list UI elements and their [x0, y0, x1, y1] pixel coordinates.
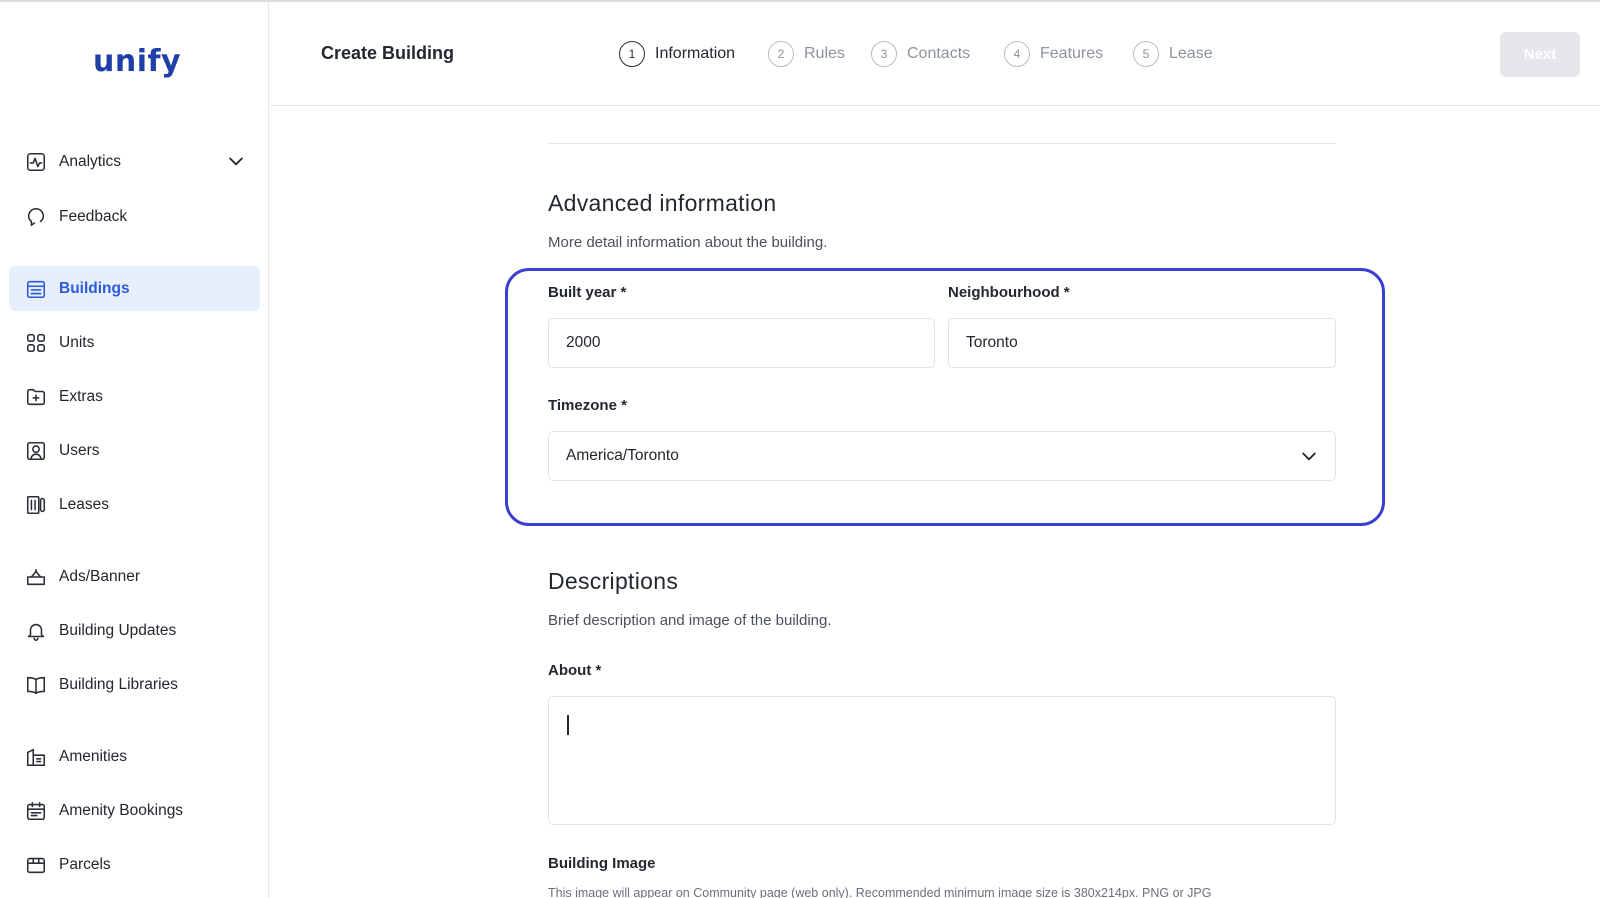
timezone-select[interactable]: America/Toronto [548, 431, 1336, 481]
sidebar-item-users[interactable]: Users [9, 428, 260, 473]
step-features[interactable]: 4 Features [1004, 41, 1103, 67]
sidebar-item-label: Building Updates [59, 621, 177, 639]
leases-icon [25, 494, 47, 516]
building-image-label: Building Image [548, 855, 656, 872]
calendar-icon [25, 800, 47, 822]
neighbourhood-input[interactable]: Toronto [948, 318, 1336, 368]
step-information[interactable]: 1 Information [619, 41, 735, 67]
sidebar-item-leases[interactable]: Leases [9, 482, 260, 527]
timezone-label: Timezone * [548, 397, 627, 414]
next-button[interactable]: Next [1500, 32, 1580, 77]
sidebar-item-label: Users [59, 441, 100, 459]
highlight-box [505, 268, 1385, 526]
step-label: Lease [1169, 45, 1213, 62]
sidebar-item-label: Amenities [59, 747, 128, 765]
extras-folder-icon [25, 386, 47, 408]
about-textarea[interactable] [548, 696, 1336, 825]
sidebar-item-label: Leases [59, 495, 109, 513]
sidebar-item-building-updates[interactable]: Building Updates [9, 608, 260, 653]
descriptions-subtitle: Brief description and image of the build… [548, 612, 832, 629]
about-label: About * [548, 662, 602, 679]
step-number: 1 [619, 41, 645, 67]
advanced-info-title: Advanced information [548, 190, 777, 216]
chevron-down-icon[interactable] [226, 151, 246, 171]
step-rules[interactable]: 2 Rules [768, 41, 845, 67]
sidebar-item-label: Ads/Banner [59, 567, 140, 585]
advanced-info-subtitle: More detail information about the buildi… [548, 234, 828, 251]
sidebar-item-label: Units [59, 333, 95, 351]
step-label: Features [1040, 45, 1104, 62]
timezone-value: America/Toronto [566, 447, 679, 464]
analytics-icon [25, 151, 47, 173]
built-year-input[interactable]: 2000 [548, 318, 935, 368]
users-icon [25, 440, 47, 462]
ads-banner-icon [25, 566, 47, 588]
top-header: Create Building 1 Information 2 Rules 3 … [270, 2, 1600, 106]
parcel-icon [25, 854, 47, 876]
sidebar-item-label: Analytics [59, 152, 122, 170]
sidebar-item-amenities[interactable]: Amenities [9, 734, 260, 779]
sidebar-item-label: Buildings [59, 279, 130, 297]
descriptions-title: Descriptions [548, 568, 679, 594]
sidebar-item-amenity-bookings[interactable]: Amenity Bookings [9, 788, 260, 833]
sidebar-item-feedback[interactable]: Feedback [9, 194, 260, 239]
feedback-icon [25, 206, 47, 228]
app-logo[interactable]: unify [93, 44, 181, 79]
buildings-icon [25, 278, 47, 300]
sidebar-item-label: Parcels [59, 855, 111, 873]
sidebar-item-label: Extras [59, 387, 103, 405]
built-year-label: Built year * [548, 284, 627, 301]
step-number: 5 [1133, 41, 1159, 67]
sidebar-item-buildings[interactable]: Buildings [9, 266, 260, 311]
sidebar-item-ads-banner[interactable]: Ads/Banner [9, 554, 260, 599]
section-divider [548, 143, 1336, 144]
neighbourhood-label: Neighbourhood * [948, 284, 1070, 301]
bell-icon [25, 620, 47, 642]
step-lease[interactable]: 5 Lease [1133, 41, 1213, 67]
sidebar-item-label: Feedback [59, 207, 128, 225]
step-number: 2 [768, 41, 794, 67]
building-image-hint: This image will appear on Community page… [548, 886, 1212, 898]
step-number: 3 [871, 41, 897, 67]
step-label: Information [655, 45, 736, 62]
text-cursor [567, 715, 569, 735]
step-label: Rules [804, 45, 845, 62]
sidebar-item-label: Amenity Bookings [59, 801, 184, 819]
step-number: 4 [1004, 41, 1030, 67]
sidebar: unify Analytics Feedback Buildings Units… [0, 2, 269, 898]
sidebar-item-analytics[interactable]: Analytics [9, 139, 260, 184]
sidebar-item-extras[interactable]: Extras [9, 374, 260, 419]
amenities-icon [25, 746, 47, 768]
sidebar-item-label: Building Libraries [59, 675, 178, 693]
book-icon [25, 674, 47, 696]
chevron-down-icon [1299, 446, 1319, 466]
sidebar-item-parcels[interactable]: Parcels [9, 842, 260, 887]
step-label: Contacts [907, 45, 971, 62]
sidebar-item-units[interactable]: Units [9, 320, 260, 365]
sidebar-item-building-libraries[interactable]: Building Libraries [9, 662, 260, 707]
page-title: Create Building [321, 43, 455, 63]
step-contacts[interactable]: 3 Contacts [871, 41, 970, 67]
units-grid-icon [25, 332, 47, 354]
